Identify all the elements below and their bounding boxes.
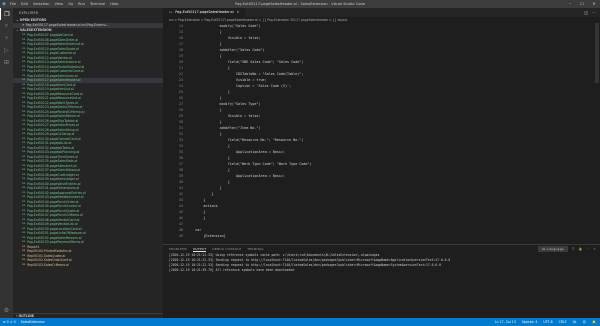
- close-icon[interactable]: ✕: [588, 0, 600, 8]
- menu-file[interactable]: File: [10, 0, 16, 8]
- window-controls: – ☐ ✕: [564, 0, 600, 8]
- code-line[interactable]: 49 [Extension]: [163, 233, 226, 239]
- code-editor[interactable]: 14 modify("Sales Code") 15 {16 Visible = …: [163, 23, 600, 244]
- extensions-icon[interactable]: ⊞: [0, 56, 13, 68]
- menu-run[interactable]: Run: [78, 0, 85, 8]
- scrollbar-thumb[interactable]: [595, 23, 599, 83]
- bottom-panel: PROBLEMS OUTPUT DEBUG CONSOLE TERMINAL A…: [163, 244, 600, 318]
- panel-actions: AL Language ☰ 🔒 ⌃ ✕: [538, 246, 600, 252]
- cursor-position[interactable]: Ln 17, Col 13: [495, 320, 516, 324]
- menu-bar: File Edit Selection View Go Run Terminal…: [10, 0, 118, 8]
- feedback-icon[interactable]: ☺: [583, 320, 586, 324]
- more-actions-icon[interactable]: ⋯: [592, 10, 596, 15]
- editor-tab-active[interactable]: AL Pag-Ext50117.pageSalesHeader.al ✕: [163, 8, 246, 17]
- editor-actions: ◫ ⋯: [584, 8, 600, 17]
- split-editor-icon[interactable]: ◫: [584, 10, 588, 15]
- status-bar: ⊗ 0 ⚠ 0 SalesExtension Ln 17, Col 13 Spa…: [0, 318, 600, 326]
- notifications-icon[interactable]: 🔔: [592, 320, 596, 324]
- file-name: Rep50103.SalesCrMemo.al: [27, 262, 69, 267]
- line-number: 49: [178, 234, 183, 238]
- source-control-icon[interactable]: ⑂: [0, 32, 13, 44]
- menu-view[interactable]: View: [55, 0, 64, 8]
- editor-scrollbar[interactable]: [594, 23, 600, 244]
- title-bar: ◆ File Edit Selection View Go Run Termin…: [0, 0, 600, 8]
- panel-tab-debug-console[interactable]: DEBUG CONSOLE: [212, 247, 241, 251]
- search-icon[interactable]: ⌕: [0, 20, 13, 32]
- file-tree: AL Pag-Ext50107.pageJobCard.al AL Pag-Ext50…: [13, 33, 163, 267]
- code-text: [Extension]: [187, 234, 226, 238]
- maximize-icon[interactable]: ☐: [576, 0, 588, 8]
- output-channel-select[interactable]: AL Language: [538, 246, 568, 252]
- close-panel-icon[interactable]: ✕: [593, 247, 596, 251]
- explorer-icon[interactable]: ❐: [0, 8, 13, 20]
- settings-gear-icon[interactable]: ⚙: [0, 304, 13, 316]
- indentation[interactable]: Spaces: 4: [522, 320, 538, 324]
- problems-count[interactable]: ⊗ 0 ⚠ 0: [3, 320, 16, 324]
- menu-help[interactable]: Help: [110, 0, 118, 8]
- explorer-title: EXPLORER: [19, 11, 39, 15]
- menu-selection[interactable]: Selection: [33, 0, 50, 8]
- menu-go[interactable]: Go: [68, 0, 73, 8]
- editor-tabs: AL Pag-Ext50117.pageSalesHeader.al ✕ ◫ ⋯: [163, 8, 600, 17]
- line-ending[interactable]: CRLF: [559, 320, 567, 324]
- workspace-name[interactable]: SalesExtension: [21, 320, 45, 324]
- language-mode[interactable]: AL: [573, 320, 577, 324]
- close-tab-icon[interactable]: ✕: [237, 8, 240, 17]
- output-line: [2020-12-19 10:21:39.79] All reference s…: [169, 268, 296, 272]
- file-tree-item[interactable]: AL Rep50103.SalesCrMemo.al: [13, 263, 163, 268]
- menu-terminal[interactable]: Terminal: [90, 0, 105, 8]
- al-file-icon: AL: [169, 11, 173, 14]
- activity-bar: ❐ ⌕ ⑂ ▷ ⊞ ⚙: [0, 8, 13, 318]
- clear-output-icon[interactable]: ☰: [572, 247, 575, 251]
- al-file-icon: AL: [22, 262, 26, 266]
- lock-scroll-icon[interactable]: 🔒: [579, 247, 583, 251]
- code-text: }: [187, 216, 206, 220]
- menu-edit[interactable]: Edit: [21, 0, 28, 8]
- explorer-sidebar: EXPLORER ⌄ OPEN EDITORS ✕ Pag-Ext50117.p…: [13, 8, 163, 318]
- panel-tab-terminal[interactable]: TERMINAL: [247, 247, 264, 251]
- editor-area: AL Pag-Ext50117.pageSalesHeader.al ✕ ◫ ⋯…: [163, 8, 600, 318]
- panel-tab-problems[interactable]: PROBLEMS: [169, 247, 187, 251]
- run-debug-icon[interactable]: ▷: [0, 44, 13, 56]
- panel-tabs: PROBLEMS OUTPUT DEBUG CONSOLE TERMINAL A…: [163, 245, 600, 253]
- minimize-icon[interactable]: –: [564, 0, 576, 8]
- panel-tab-output[interactable]: OUTPUT: [192, 247, 207, 252]
- output-log: [2020-12-19 10:21:22.33] Using reference…: [163, 253, 600, 273]
- editor-tab-label: Pag-Ext50117.pageSalesHeader.al: [175, 10, 234, 14]
- maximize-panel-icon[interactable]: ⌃: [587, 247, 590, 251]
- vscode-logo-icon: ◆: [2, 1, 6, 7]
- encoding[interactable]: UTF-8: [543, 320, 552, 324]
